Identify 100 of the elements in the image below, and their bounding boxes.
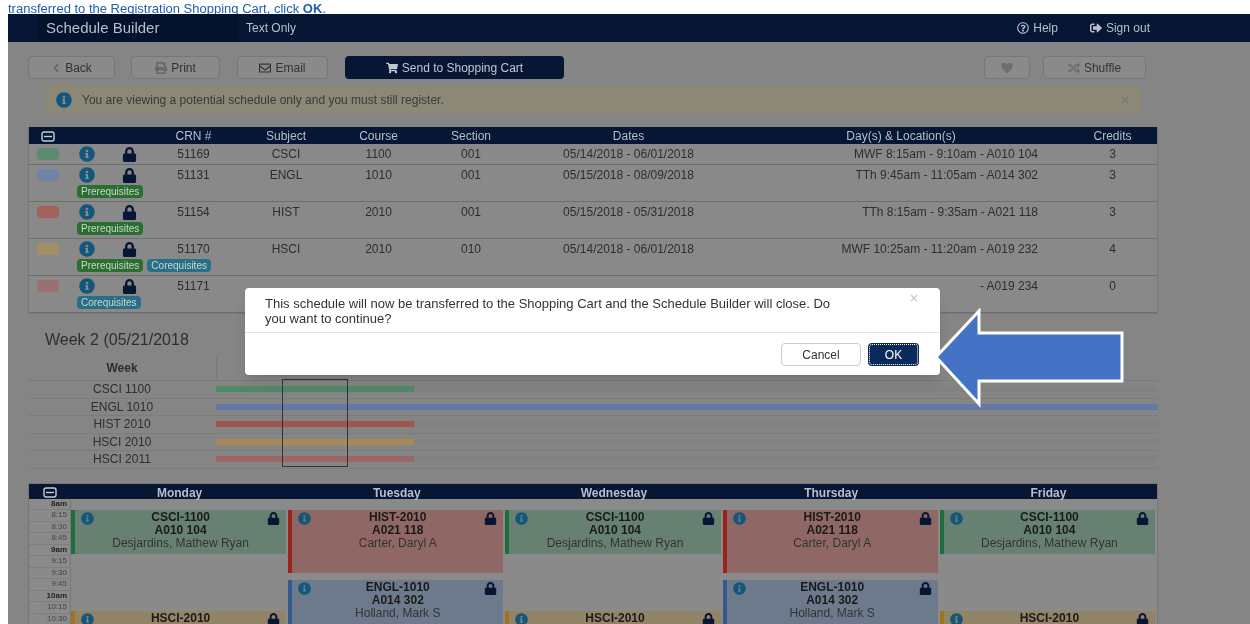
corequisites-tag[interactable]: Corequisites — [147, 259, 211, 272]
subject-cell: HSCI — [271, 242, 301, 256]
lock-icon — [1136, 613, 1149, 624]
shuffle-icon — [1067, 61, 1080, 74]
event-instructor: Desjardins, Mathew Ryan — [545, 537, 685, 550]
info-icon — [56, 91, 72, 108]
event-course: ENGL-1010 — [800, 581, 865, 594]
event-course: HSCI-2010 — [150, 612, 211, 624]
time-label: 10:30 — [46, 614, 67, 623]
corequisites-tag[interactable]: Corequisites — [77, 296, 141, 309]
class-event-card[interactable]: HSCI-2010 — [505, 611, 721, 624]
info-icon[interactable] — [79, 204, 95, 220]
prerequisites-tag[interactable]: Prerequisites — [77, 259, 144, 272]
day-header: Thursday — [804, 485, 859, 500]
info-icon[interactable] — [79, 278, 95, 294]
info-icon — [298, 582, 312, 595]
week-column-header: Week — [105, 360, 139, 377]
info-icon — [515, 613, 529, 624]
time-label: 8:45 — [51, 534, 67, 543]
class-event-card[interactable]: HIST-2010 A021 118 Carter, Daryl A — [288, 510, 504, 573]
favorite-button[interactable] — [984, 56, 1030, 79]
close-icon[interactable] — [910, 294, 918, 302]
chevron-left-icon — [51, 62, 62, 73]
day-header: Wednesday — [580, 485, 648, 500]
time-label: 8:15 — [51, 511, 67, 520]
help-link[interactable]: Help — [1017, 19, 1058, 37]
course-cell: 2010 — [365, 242, 392, 256]
collapse-icon[interactable] — [41, 130, 55, 142]
lock-icon[interactable] — [122, 146, 137, 162]
shuffle-button[interactable]: Shuffle — [1043, 56, 1146, 79]
day-header: Tuesday — [372, 485, 421, 500]
lock-icon[interactable] — [122, 241, 137, 257]
info-icon[interactable] — [79, 146, 95, 162]
class-event-card[interactable]: CSCI-1100 A010 104 Desjardins, Mathew Ryan — [939, 510, 1155, 554]
print-button[interactable]: Print — [131, 56, 220, 79]
class-event-card[interactable]: HSCI-2010 — [939, 611, 1155, 624]
course-label: HIST 2010 — [92, 416, 152, 434]
class-event-card[interactable]: ENGL-1010 A014 302 Holland, Mark S — [288, 580, 504, 624]
class-event-card[interactable]: ENGL-1010 A014 302 Holland, Mark S — [722, 580, 938, 624]
info-icon[interactable] — [79, 241, 95, 257]
lock-icon[interactable] — [122, 204, 137, 220]
collapse-icon[interactable] — [43, 487, 57, 498]
event-course: CSCI-1100 — [585, 511, 645, 524]
event-room: A010 104 — [588, 524, 641, 537]
section-cell: 001 — [461, 205, 481, 219]
lock-icon — [484, 582, 498, 595]
days-location-cell: - A019 234 — [979, 279, 1038, 293]
prerequisites-tag[interactable]: Prerequisites — [77, 222, 144, 235]
lock-icon — [918, 582, 932, 595]
ok-button[interactable]: OK — [868, 343, 919, 366]
lock-icon — [267, 512, 281, 525]
class-event-card[interactable]: CSCI-1100 A010 104 Desjardins, Mathew Ryan — [505, 510, 721, 554]
column-header: Credits — [1093, 129, 1132, 143]
lock-icon[interactable] — [122, 167, 137, 183]
section-cell: 001 — [461, 147, 481, 161]
course-cell: 1010 — [365, 168, 392, 182]
dialog-message: This schedule will now be transferred to the Shopping Cart and the Schedule Builder will close. Do you want to continue? — [265, 296, 832, 326]
days-location-cell: MWF 8:15am - 9:10am - A010 104 — [853, 147, 1038, 161]
lock-icon — [701, 512, 715, 525]
event-instructor: Holland, Mark S — [788, 607, 876, 620]
info-icon[interactable] — [79, 167, 95, 183]
prerequisites-tag[interactable]: Prerequisites — [77, 185, 144, 198]
time-label: 9am — [51, 545, 67, 554]
crn-cell: 51170 — [177, 242, 210, 256]
sign-out-icon — [1089, 22, 1102, 34]
class-event-card[interactable]: HSCI-2010 — [71, 611, 287, 624]
course-label: HSCI 2010 — [91, 433, 153, 451]
event-instructor: Desjardins, Mathew Ryan — [111, 537, 250, 550]
column-header: CRN # — [175, 129, 212, 143]
lock-icon[interactable] — [122, 278, 137, 294]
event-instructor: Carter, Daryl A — [792, 537, 873, 550]
text-only-link[interactable]: Text Only — [246, 19, 296, 37]
event-instructor: Carter, Daryl A — [357, 537, 438, 550]
info-icon — [732, 582, 746, 595]
heart-icon — [1001, 61, 1013, 74]
crn-cell: 51169 — [177, 147, 210, 161]
dates-cell: 05/15/2018 - 05/31/2018 — [563, 205, 694, 219]
send-to-cart-button[interactable]: Send to Shopping Cart — [345, 56, 564, 79]
column-header: Subject — [266, 129, 306, 143]
sign-out-link[interactable]: Sign out — [1089, 19, 1150, 37]
back-button[interactable]: Back — [28, 56, 115, 79]
dates-cell: 05/14/2018 - 06/01/2018 — [563, 242, 694, 256]
crn-cell: 51154 — [177, 205, 210, 219]
class-event-card[interactable]: HIST-2010 A021 118 Carter, Daryl A — [722, 510, 938, 573]
course-label: ENGL 1010 — [89, 398, 155, 416]
crn-cell: 51131 — [177, 168, 210, 182]
class-event-card[interactable]: CSCI-1100 A010 104 Desjardins, Mathew Ryan — [71, 510, 287, 554]
credits-cell: 3 — [1109, 205, 1116, 219]
event-room: A010 104 — [154, 524, 207, 537]
crn-cell: 51171 — [177, 279, 210, 293]
days-location-cell: TTh 9:45am - 11:05am - A014 302 — [855, 168, 1038, 182]
cancel-button[interactable]: Cancel — [781, 343, 861, 366]
event-course: HSCI-2010 — [585, 612, 645, 624]
email-button[interactable]: Email — [237, 56, 328, 79]
column-header: Course — [359, 129, 398, 143]
info-icon — [81, 613, 94, 624]
dates-cell: 05/14/2018 - 06/01/2018 — [563, 147, 694, 161]
app-title: Schedule Builder — [38, 14, 238, 42]
credits-cell: 3 — [1109, 147, 1116, 161]
event-room: A021 118 — [806, 524, 858, 537]
